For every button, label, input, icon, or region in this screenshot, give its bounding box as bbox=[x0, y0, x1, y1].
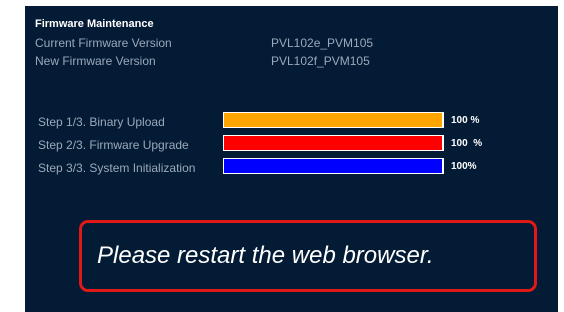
restart-notice-box: Please restart the web browser. bbox=[79, 220, 537, 292]
step-1-percent: 100 % bbox=[451, 115, 480, 126]
section-title: Firmware Maintenance bbox=[35, 18, 154, 30]
step-2-percent: 100 % bbox=[451, 138, 483, 149]
new-version-label: New Firmware Version bbox=[35, 54, 156, 68]
firmware-maintenance-panel: Firmware Maintenance Current Firmware Ve… bbox=[25, 6, 558, 312]
step-3-progress-fill bbox=[224, 159, 442, 173]
new-version-value: PVL102f_PVM105 bbox=[271, 54, 370, 68]
step-1-label: Step 1/3. Binary Upload bbox=[38, 115, 165, 129]
step-3-label: Step 3/3. System Initialization bbox=[38, 161, 196, 175]
step-1-progress-bar bbox=[223, 112, 444, 128]
screenshot-frame: Firmware Maintenance Current Firmware Ve… bbox=[0, 0, 564, 312]
step-2-progress-fill bbox=[224, 136, 442, 150]
current-version-label: Current Firmware Version bbox=[35, 36, 172, 50]
step-3-progress-bar bbox=[223, 158, 444, 174]
step-1-progress-fill bbox=[224, 113, 442, 127]
step-2-progress-bar bbox=[223, 135, 444, 151]
current-version-value: PVL102e_PVM105 bbox=[271, 36, 374, 50]
step-2-label: Step 2/3. Firmware Upgrade bbox=[38, 138, 189, 152]
restart-notice-text: Please restart the web browser. bbox=[97, 242, 434, 269]
step-3-percent: 100% bbox=[451, 161, 477, 172]
